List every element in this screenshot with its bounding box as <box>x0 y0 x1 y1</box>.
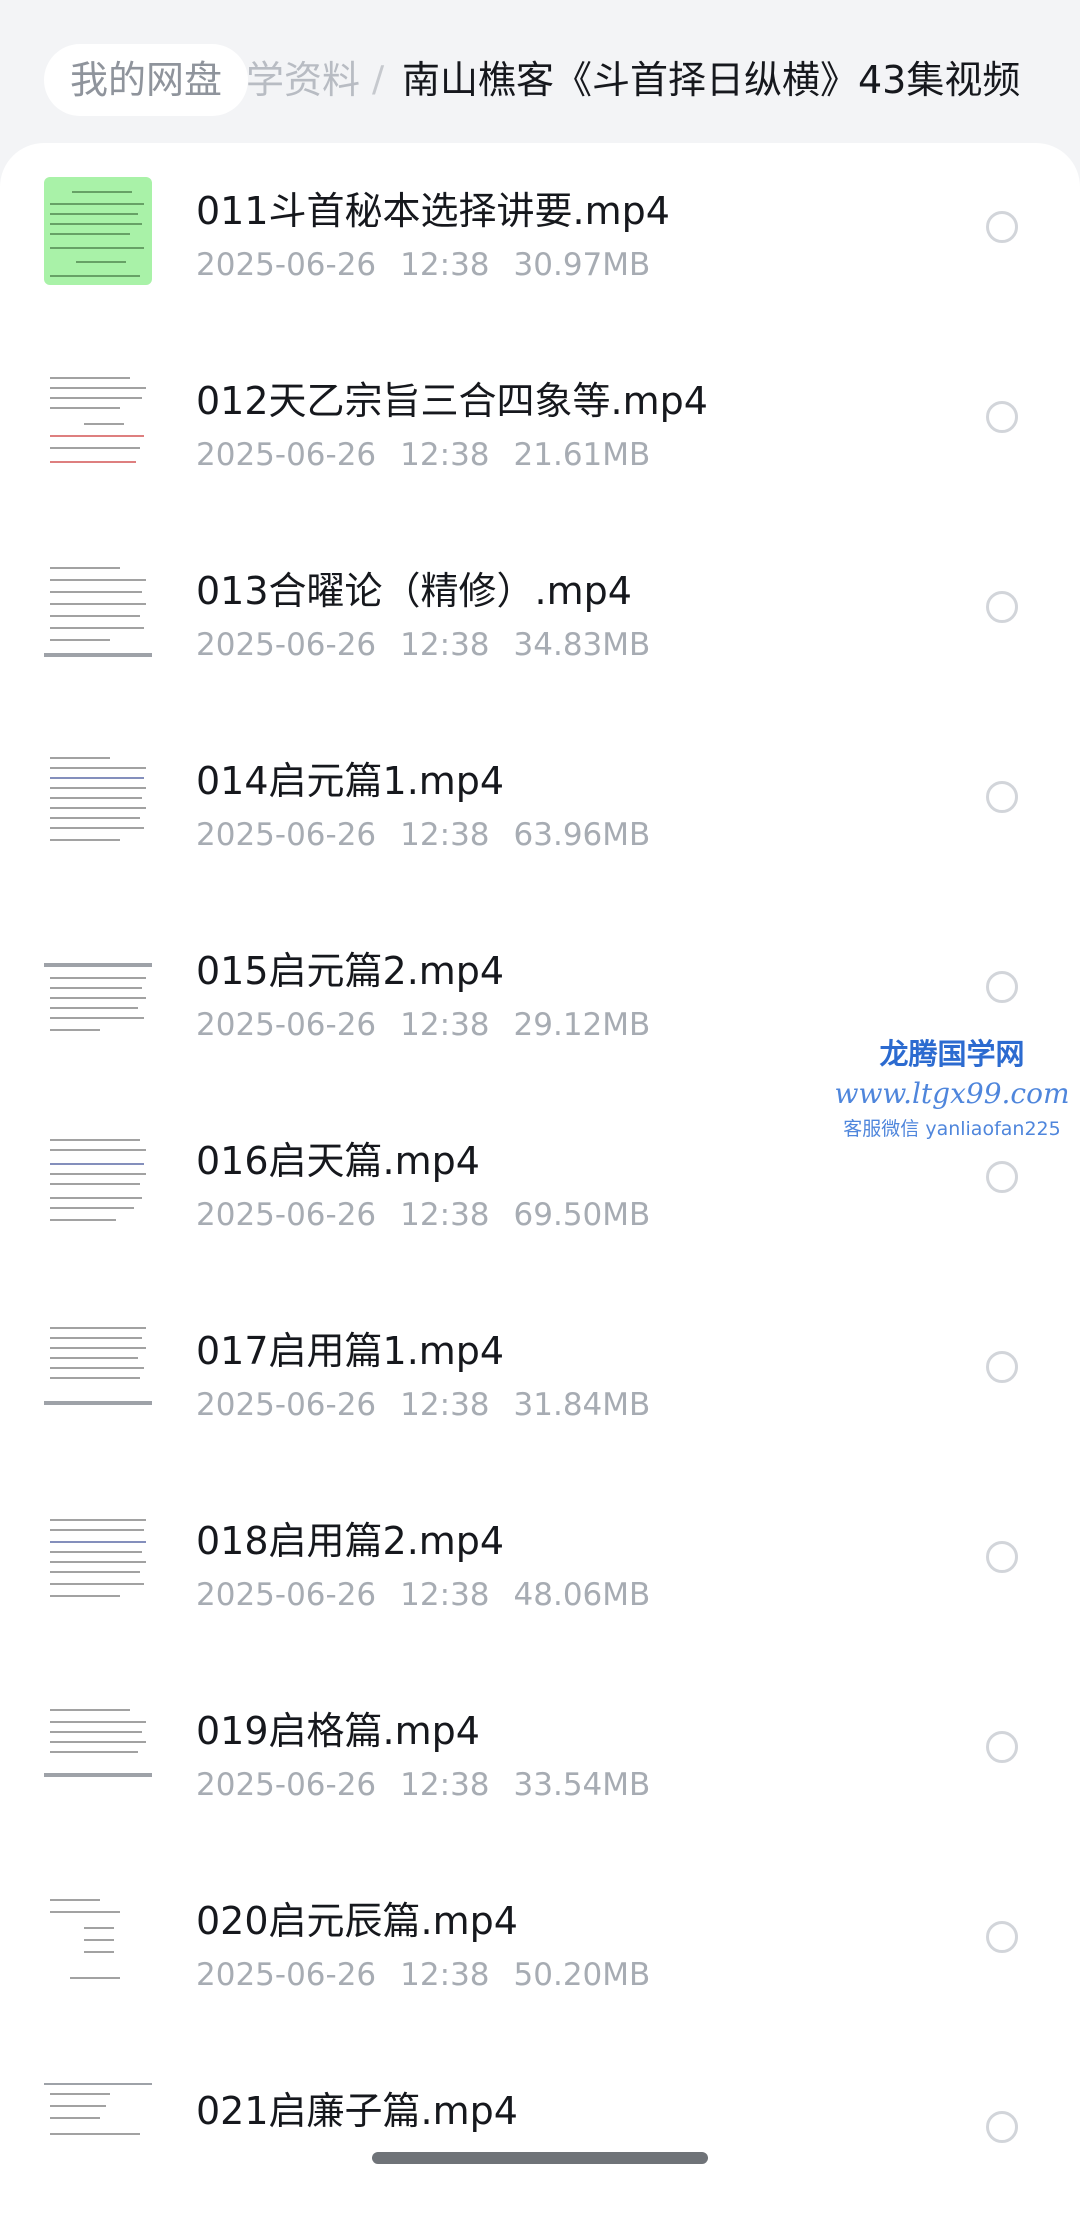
file-row[interactable]: 012天乙宗旨三合四象等.mp4 2025-06-26 12:38 21.61MB <box>0 333 1080 523</box>
select-radio[interactable] <box>986 1541 1018 1573</box>
file-time: 12:38 <box>400 437 490 473</box>
file-date: 2025-06-26 <box>196 437 377 473</box>
breadcrumb-bar: 我的网盘 学资料 / 南山樵客《斗首择日纵横》43集视频 <box>0 0 1080 150</box>
file-thumbnail <box>44 747 152 855</box>
file-thumbnail <box>44 1317 152 1425</box>
file-thumbnail <box>44 1127 152 1235</box>
file-name: 016启天篇.mp4 <box>196 1139 480 1183</box>
file-size: 48.06MB <box>513 1577 651 1613</box>
select-radio[interactable] <box>986 1161 1018 1193</box>
file-thumbnail <box>44 177 152 285</box>
file-date: 2025-06-26 <box>196 1767 377 1803</box>
file-size: 50.20MB <box>513 1957 651 1993</box>
file-date: 2025-06-26 <box>196 1957 377 1993</box>
watermark-url: www.ltgx99.com <box>834 1077 1070 1110</box>
file-row[interactable]: 011斗首秘本选择讲要.mp4 2025-06-26 12:38 30.97MB <box>0 143 1080 333</box>
file-row[interactable]: 018启用篇2.mp4 2025-06-26 12:38 48.06MB <box>0 1473 1080 1663</box>
file-meta: 2025-06-26 12:38 29.12MB <box>196 1003 650 1047</box>
file-meta: 2025-06-26 12:38 69.50MB <box>196 1193 650 1237</box>
file-thumbnail <box>44 557 152 665</box>
file-time: 12:38 <box>400 1197 490 1233</box>
file-size: 69.50MB <box>513 1197 651 1233</box>
file-time: 12:38 <box>400 1007 490 1043</box>
file-meta: 2025-06-26 12:38 30.97MB <box>196 243 650 287</box>
file-date: 2025-06-26 <box>196 1577 377 1613</box>
watermark: 龙腾国学网 www.ltgx99.com 客服微信 yanliaofan225 <box>832 1034 1072 1144</box>
file-thumbnail <box>44 937 152 1045</box>
file-time: 12:38 <box>400 627 490 663</box>
file-time: 12:38 <box>400 1577 490 1613</box>
home-indicator[interactable] <box>372 2152 708 2164</box>
select-radio[interactable] <box>986 591 1018 623</box>
breadcrumb-root-my-drive[interactable]: 我的网盘 <box>44 44 249 116</box>
file-date: 2025-06-26 <box>196 1197 377 1233</box>
file-row[interactable]: 014启元篇1.mp4 2025-06-26 12:38 63.96MB <box>0 713 1080 903</box>
file-size: 21.61MB <box>513 437 651 473</box>
file-meta <box>196 2143 244 2187</box>
file-thumbnail <box>44 1507 152 1615</box>
file-thumbnail <box>44 1887 152 1995</box>
select-radio[interactable] <box>986 211 1018 243</box>
file-time: 12:38 <box>400 817 490 853</box>
file-size: 33.54MB <box>513 1767 651 1803</box>
file-size: 34.83MB <box>513 627 651 663</box>
file-thumbnail <box>44 367 152 475</box>
file-size: 63.96MB <box>513 817 651 853</box>
select-radio[interactable] <box>986 1731 1018 1763</box>
watermark-contact: 客服微信 yanliaofan225 <box>843 1118 1061 1140</box>
file-meta: 2025-06-26 12:38 50.20MB <box>196 1953 650 1997</box>
file-meta: 2025-06-26 12:38 31.84MB <box>196 1383 650 1427</box>
file-name: 014启元篇1.mp4 <box>196 759 505 803</box>
file-time: 12:38 <box>400 1767 490 1803</box>
file-name: 012天乙宗旨三合四象等.mp4 <box>196 379 708 423</box>
file-meta: 2025-06-26 12:38 33.54MB <box>196 1763 650 1807</box>
file-row[interactable]: 013合曜论（精修）.mp4 2025-06-26 12:38 34.83MB <box>0 523 1080 713</box>
select-radio[interactable] <box>986 401 1018 433</box>
select-radio[interactable] <box>986 1921 1018 1953</box>
file-size: 31.84MB <box>513 1387 651 1423</box>
file-date: 2025-06-26 <box>196 627 377 663</box>
file-name: 015启元篇2.mp4 <box>196 949 505 993</box>
file-meta: 2025-06-26 12:38 63.96MB <box>196 813 650 857</box>
file-list: 011斗首秘本选择讲要.mp4 2025-06-26 12:38 30.97MB 0… <box>0 143 1080 2213</box>
file-name: 013合曜论（精修）.mp4 <box>196 569 632 613</box>
breadcrumb-parent-folder[interactable]: 学资料 <box>246 52 360 108</box>
select-radio[interactable] <box>986 1351 1018 1383</box>
select-radio[interactable] <box>986 781 1018 813</box>
file-meta: 2025-06-26 12:38 21.61MB <box>196 433 650 477</box>
file-date: 2025-06-26 <box>196 1007 377 1043</box>
file-time: 12:38 <box>400 247 490 283</box>
watermark-title: 龙腾国学网 <box>879 1037 1025 1071</box>
file-date: 2025-06-26 <box>196 247 377 283</box>
select-radio[interactable] <box>986 971 1018 1003</box>
file-thumbnail <box>44 2077 152 2185</box>
breadcrumb-separator: / <box>372 59 385 100</box>
file-row[interactable]: 021启廉子篇.mp4 <box>0 2043 1080 2213</box>
file-row[interactable]: 020启元辰篇.mp4 2025-06-26 12:38 50.20MB <box>0 1853 1080 2043</box>
file-name: 021启廉子篇.mp4 <box>196 2089 518 2133</box>
file-meta: 2025-06-26 12:38 34.83MB <box>196 623 650 667</box>
file-time: 12:38 <box>400 1387 490 1423</box>
file-name: 017启用篇1.mp4 <box>196 1329 505 1373</box>
file-name: 020启元辰篇.mp4 <box>196 1899 518 1943</box>
file-size: 29.12MB <box>513 1007 651 1043</box>
file-thumbnail <box>44 1697 152 1805</box>
file-date: 2025-06-26 <box>196 1387 377 1423</box>
file-row[interactable]: 019启格篇.mp4 2025-06-26 12:38 33.54MB <box>0 1663 1080 1853</box>
file-size: 30.97MB <box>513 247 651 283</box>
file-row[interactable]: 017启用篇1.mp4 2025-06-26 12:38 31.84MB <box>0 1283 1080 1473</box>
file-name: 018启用篇2.mp4 <box>196 1519 505 1563</box>
file-meta: 2025-06-26 12:38 48.06MB <box>196 1573 650 1617</box>
select-radio[interactable] <box>986 2111 1018 2143</box>
file-time: 12:38 <box>400 1957 490 1993</box>
file-name: 019启格篇.mp4 <box>196 1709 480 1753</box>
breadcrumb-current-folder: 南山樵客《斗首择日纵横》43集视频 <box>402 58 1021 102</box>
file-date: 2025-06-26 <box>196 817 377 853</box>
file-name: 011斗首秘本选择讲要.mp4 <box>196 189 670 233</box>
